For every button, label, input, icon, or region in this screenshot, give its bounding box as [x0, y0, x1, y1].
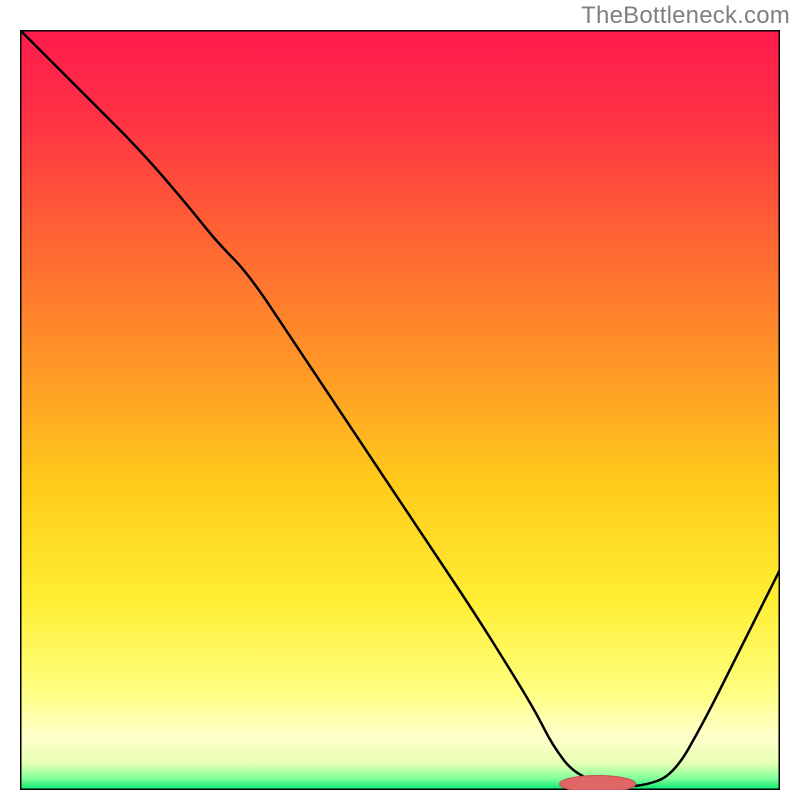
- chart-stage: TheBottleneck.com: [0, 0, 800, 800]
- bottleneck-chart: [20, 30, 780, 790]
- plot-area: [20, 30, 780, 790]
- optimal-range-marker: [560, 776, 636, 790]
- attribution-label: TheBottleneck.com: [581, 2, 790, 30]
